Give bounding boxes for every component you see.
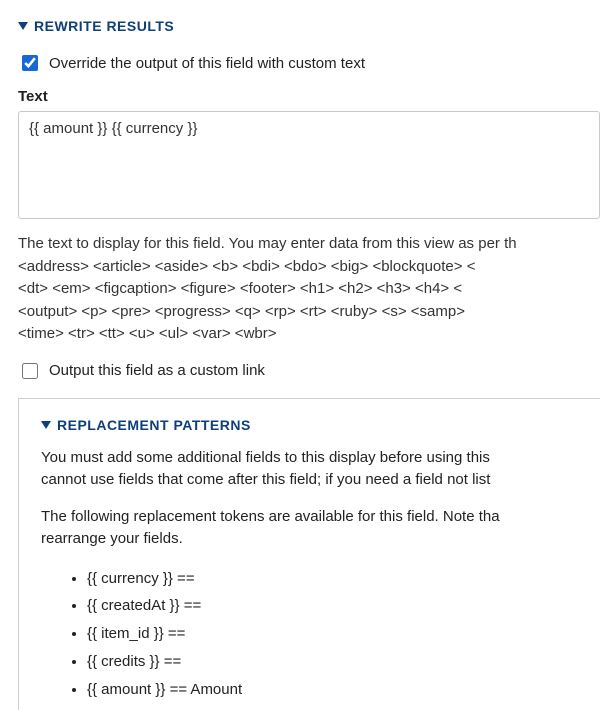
text-field-label: Text (18, 88, 600, 105)
custom-link-label[interactable]: Output this field as a custom link (49, 362, 265, 379)
custom-link-checkbox[interactable] (22, 363, 38, 379)
list-item: {{ amount }} == Amount (87, 676, 600, 704)
replacement-paragraph: The following replacement tokens are ava… (41, 506, 600, 551)
rewrite-results-header[interactable]: REWRITE RESULTS (18, 18, 600, 34)
token-list: {{ currency }} == {{ createdAt }} == {{ … (41, 565, 600, 704)
list-item: {{ credits }} == (87, 648, 600, 676)
help-line: <address> <article> <aside> <b> <bdi> <b… (18, 256, 600, 279)
replacement-patterns-title: REPLACEMENT PATTERNS (57, 417, 251, 433)
help-line: <dt> <em> <figcaption> <figure> <footer>… (18, 278, 600, 301)
list-item: {{ item_id }} == (87, 620, 600, 648)
chevron-down-icon (41, 421, 51, 429)
text: The following replacement tokens are ava… (41, 508, 500, 525)
help-line: The text to display for this field. You … (18, 233, 600, 256)
replacement-patterns-header[interactable]: REPLACEMENT PATTERNS (41, 417, 600, 433)
text: rearrange your fields. (41, 530, 183, 547)
replacement-paragraph: You must add some additional fields to t… (41, 447, 600, 492)
override-label[interactable]: Override the output of this field with c… (49, 55, 365, 72)
text: You must add some additional fields to t… (41, 449, 490, 466)
help-text: The text to display for this field. You … (18, 233, 600, 346)
override-checkbox[interactable] (22, 55, 38, 71)
text: cannot use fields that come after this f… (41, 471, 490, 488)
text-field[interactable] (18, 111, 600, 219)
list-item: {{ currency }} == (87, 565, 600, 593)
rewrite-results-title: REWRITE RESULTS (34, 18, 174, 34)
help-line: <output> <p> <pre> <progress> <q> <rp> <… (18, 301, 600, 324)
chevron-down-icon (18, 22, 28, 30)
list-item: {{ createdAt }} == (87, 592, 600, 620)
help-line: <time> <tr> <tt> <u> <ul> <var> <wbr> (18, 323, 600, 346)
